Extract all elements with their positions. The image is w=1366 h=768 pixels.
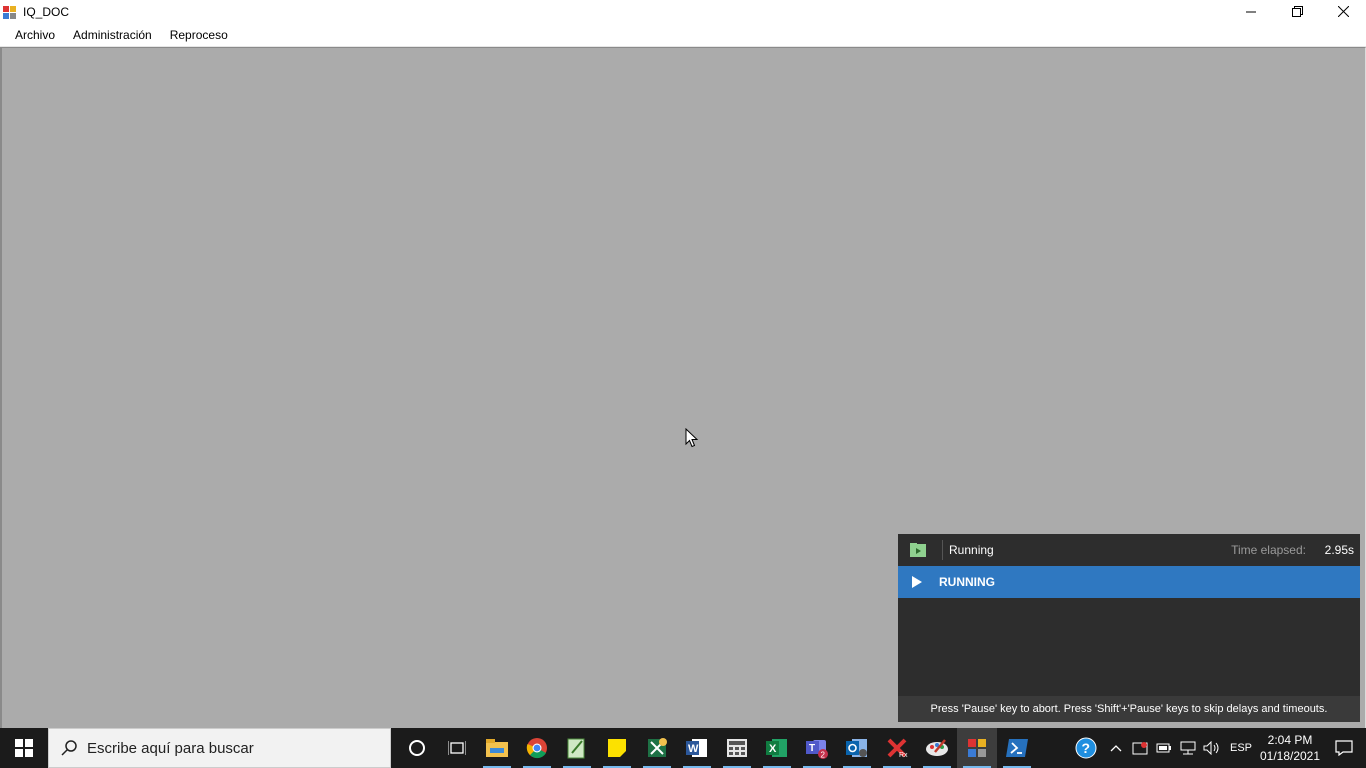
teams-icon: T2: [806, 740, 828, 760]
task-view-icon: [448, 741, 466, 755]
folder-play-icon: [910, 543, 926, 557]
mouse-cursor-icon: [685, 428, 699, 448]
cortana-icon: [409, 740, 425, 756]
clock-time: 2:04 PM: [1267, 733, 1313, 747]
security-icon: [1132, 742, 1148, 755]
cortana-button[interactable]: [397, 728, 437, 768]
tool-rx-button[interactable]: Rx: [877, 728, 917, 768]
time-elapsed-value: 2.95s: [1324, 543, 1354, 557]
paint-icon: [926, 739, 948, 756]
network-icon: [1180, 741, 1196, 755]
powershell-button[interactable]: [997, 728, 1037, 768]
run-panel-footer: Press 'Pause' key to abort. Press 'Shift…: [898, 696, 1360, 722]
run-status-header: Running Time elapsed: 2.95s: [898, 534, 1360, 566]
notification-icon: [1335, 740, 1353, 756]
search-placeholder: Escribe aquí para buscar: [87, 739, 254, 757]
file-explorer-button[interactable]: [477, 728, 517, 768]
svg-text:Rx: Rx: [899, 752, 908, 758]
menu-bar: Archivo Administración Reproceso: [0, 23, 1366, 47]
calculator-button[interactable]: [717, 728, 757, 768]
outlook-icon: [846, 739, 867, 757]
notification-center-button[interactable]: [1322, 728, 1366, 768]
restore-icon: [1291, 6, 1303, 17]
svg-text:T: T: [809, 743, 815, 754]
svg-text:W: W: [688, 743, 699, 755]
window-title: IQ_DOC: [23, 4, 70, 19]
app-icon: [2, 4, 18, 20]
help-tray-button[interactable]: ?: [1068, 728, 1104, 768]
iq-doc-button[interactable]: [957, 728, 997, 768]
taskbar: Escribe aquí para buscar W X T2 Rx ? ESP…: [0, 728, 1366, 768]
word-button[interactable]: W: [677, 728, 717, 768]
run-status-panel: Running Time elapsed: 2.95s RUNNING Pres…: [898, 534, 1360, 722]
tool-rx-icon: Rx: [887, 738, 908, 758]
time-elapsed-label: Time elapsed:: [1231, 543, 1306, 557]
teams-button[interactable]: T2: [797, 728, 837, 768]
svg-text:X: X: [769, 743, 777, 755]
excel-icon: X: [766, 739, 787, 757]
header-separator: [942, 540, 943, 560]
menu-reproceso[interactable]: Reproceso: [161, 24, 237, 46]
paint-button[interactable]: [917, 728, 957, 768]
iq-doc-icon: [968, 739, 986, 757]
file-explorer-icon: [486, 739, 508, 757]
close-button[interactable]: [1320, 0, 1366, 23]
play-icon: [912, 576, 922, 588]
running-row-label: RUNNING: [939, 575, 995, 589]
svg-text:2: 2: [821, 751, 826, 760]
menu-archivo[interactable]: Archivo: [6, 24, 64, 46]
input-language-button[interactable]: ESP: [1224, 728, 1258, 768]
chrome-icon: [526, 738, 547, 759]
word-icon: W: [686, 739, 707, 757]
taskbar-search-box[interactable]: Escribe aquí para buscar: [48, 728, 391, 768]
help-icon: ?: [1075, 737, 1097, 759]
restore-button[interactable]: [1274, 0, 1320, 23]
start-button[interactable]: [0, 728, 48, 768]
excel-sync-icon: [648, 738, 667, 757]
menu-administracion[interactable]: Administración: [64, 24, 161, 46]
powershell-icon: [1006, 739, 1028, 757]
outlook-button[interactable]: [837, 728, 877, 768]
show-hidden-icons-button[interactable]: [1104, 728, 1128, 768]
volume-icon: [1203, 741, 1219, 755]
battery-icon: [1156, 743, 1171, 753]
sticky-notes-button[interactable]: [597, 728, 637, 768]
sticky-notes-icon: [608, 739, 626, 757]
running-row[interactable]: RUNNING: [898, 566, 1360, 598]
network-tray-button[interactable]: [1176, 728, 1200, 768]
minimize-icon: [1246, 11, 1256, 12]
close-icon: [1337, 6, 1349, 17]
excel-button[interactable]: X: [757, 728, 797, 768]
title-bar: IQ_DOC: [0, 0, 1366, 23]
clock-button[interactable]: 2:04 PM 01/18/2021: [1258, 732, 1322, 764]
notepad-plus-button[interactable]: [557, 728, 597, 768]
svg-text:?: ?: [1082, 740, 1091, 756]
excel-sync-button[interactable]: [637, 728, 677, 768]
clock-date: 01/18/2021: [1259, 749, 1321, 763]
volume-tray-button[interactable]: [1200, 728, 1224, 768]
defender-tray-button[interactable]: [1128, 728, 1152, 768]
windows-logo-icon: [15, 739, 33, 757]
search-icon: [61, 740, 77, 756]
calculator-icon: [727, 739, 747, 757]
system-tray: ? ESP 2:04 PM 01/18/2021: [1068, 728, 1366, 768]
notepad-plus-icon: [567, 738, 585, 759]
chevron-up-icon: [1110, 745, 1122, 752]
run-status-text: Running: [949, 543, 994, 557]
minimize-button[interactable]: [1228, 0, 1274, 23]
task-view-button[interactable]: [437, 728, 477, 768]
chrome-button[interactable]: [517, 728, 557, 768]
battery-tray-button[interactable]: [1152, 728, 1176, 768]
